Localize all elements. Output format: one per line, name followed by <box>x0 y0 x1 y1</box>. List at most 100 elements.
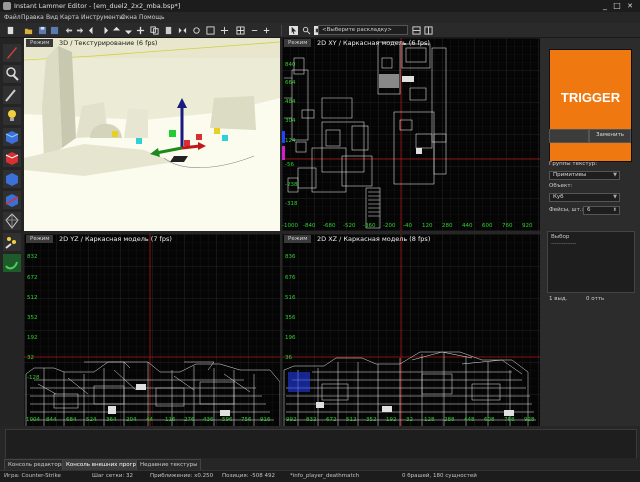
texture-preview[interactable]: TRIGGER <box>549 49 632 162</box>
grid-icon[interactable] <box>236 26 245 35</box>
viewport-side-xz[interactable]: Режим 2D XZ / Каркасная модель (8 fps) 8… <box>282 234 540 426</box>
viewport-mode-button[interactable]: Режим <box>26 39 54 47</box>
rotate-icon[interactable] <box>192 26 201 35</box>
scene-3d <box>24 38 280 231</box>
grid-label-y: -128 <box>27 375 40 381</box>
texture-replace-button[interactable]: Заменить <box>589 129 631 143</box>
menu-map[interactable]: Карта <box>60 14 79 21</box>
grid-label-x: 768 <box>504 417 515 423</box>
console-output[interactable] <box>5 429 637 459</box>
viewport-title: 2D XY / Каркасная модель (6 fps) <box>317 39 430 47</box>
menu-help[interactable]: Помощь <box>139 14 165 21</box>
minimize-button[interactable]: _ <box>599 1 611 11</box>
grid-label-y: -318 <box>285 201 298 207</box>
app-icon <box>3 2 11 10</box>
redo-icon[interactable] <box>76 26 85 35</box>
grid-label-x: -192 <box>384 417 397 423</box>
grid-label-x: -1000 <box>282 223 298 229</box>
texture-group-select[interactable]: Примитивы ▼ <box>549 171 620 180</box>
grid-label-y: 32 <box>27 355 34 361</box>
faces-stepper[interactable]: 6 ⬍ <box>583 206 620 215</box>
grid-plus-icon[interactable] <box>262 26 271 35</box>
grid-label-y: 516 <box>285 295 296 301</box>
menu-windows[interactable]: Окна <box>121 14 137 21</box>
grid-label-y: -238 <box>285 182 298 188</box>
open-icon[interactable] <box>24 26 33 35</box>
maximize-button[interactable]: □ <box>611 1 623 11</box>
status-game: Игра: Counter-Strike <box>4 473 61 479</box>
menu-edit[interactable]: Правка <box>21 14 44 21</box>
grid-label-y: -56 <box>285 162 294 168</box>
layout-save-icon[interactable] <box>412 26 421 35</box>
viewport-3d[interactable]: Режим 3D / Текстурирование (6 fps) <box>24 38 280 231</box>
menu-view[interactable]: Вид <box>46 14 58 21</box>
texture-browse-button[interactable] <box>549 129 589 143</box>
copy-icon[interactable] <box>150 26 159 35</box>
grid-label-x: 844 <box>46 417 57 423</box>
viewport-mode-button[interactable]: Режим <box>284 39 312 47</box>
viewport-header: Режим 2D XY / Каркасная модель (6 fps) <box>282 38 540 48</box>
menu-file[interactable]: Файл <box>4 14 21 21</box>
grid-x-labels: -1000 -840 -680 -520 -360 -200 -40 120 2… <box>282 223 540 231</box>
grid-label-x: -116 <box>163 417 176 423</box>
save-all-icon[interactable] <box>50 26 59 35</box>
grid-label-x: 524 <box>86 417 97 423</box>
selection-count: 1 выд. <box>549 296 568 302</box>
object-select[interactable]: Куб ▼ <box>549 193 620 202</box>
group-icon[interactable] <box>206 26 215 35</box>
grid-label-x: 608 <box>484 417 495 423</box>
light-icon[interactable] <box>3 107 21 125</box>
layout-select[interactable]: <Выберите раскладку> <box>318 25 408 35</box>
window-title: Instant Lammer Editor - [em_duel2_2x2_mb… <box>14 2 181 10</box>
grid-label-y: 36 <box>285 355 292 361</box>
layout-load-icon[interactable] <box>424 26 433 35</box>
grid-label-x: 204 <box>126 417 137 423</box>
undo-icon[interactable] <box>64 26 73 35</box>
grid-label-y: 484 <box>285 99 296 105</box>
vertex-icon[interactable] <box>3 212 21 230</box>
grid-label-y: 676 <box>285 275 296 281</box>
save-icon[interactable] <box>38 26 47 35</box>
menu-tools[interactable]: Инструменты <box>81 14 124 21</box>
close-button[interactable]: ✕ <box>624 1 636 11</box>
grid-label-x: 1004 <box>26 417 40 423</box>
clip-icon[interactable] <box>3 191 21 209</box>
pointer-icon[interactable] <box>3 44 21 62</box>
texture-icon[interactable] <box>3 170 21 188</box>
arrow-right-icon[interactable] <box>100 26 109 35</box>
brush-icon[interactable] <box>3 128 21 146</box>
entity-icon[interactable] <box>3 149 21 167</box>
grid-label-x: -276 <box>182 417 195 423</box>
magnify-tool-icon[interactable] <box>3 65 21 83</box>
grid-label-y: 512 <box>27 295 38 301</box>
viewport-mode-button[interactable]: Режим <box>284 235 312 243</box>
status-zoom: Приближение: x0.250 <box>150 473 214 479</box>
camera-tool-icon[interactable] <box>3 86 21 104</box>
magnify-icon[interactable] <box>302 26 311 35</box>
grid-label-x: -596 <box>220 417 233 423</box>
new-icon[interactable] <box>6 26 15 35</box>
path-icon[interactable] <box>3 254 21 272</box>
arrow-up-icon[interactable] <box>112 26 121 35</box>
select-tool-icon[interactable] <box>289 26 298 35</box>
paste-icon[interactable] <box>164 26 173 35</box>
grid-label-x: 684 <box>66 417 77 423</box>
bottom-tabs: Консоль редактора Консоль внешних програ… <box>0 458 640 471</box>
viewport-mode-button[interactable]: Режим <box>26 235 54 243</box>
stepper-arrows-icon[interactable]: ⬍ <box>613 207 617 214</box>
grid-label-x: 760 <box>502 223 513 229</box>
grid-label-x: 448 <box>464 417 475 423</box>
viewport-side-yz[interactable]: Режим 2D YZ / Каркасная модель (7 fps) 8… <box>24 234 280 426</box>
faces-label: Фейсы, шт.: <box>549 207 584 213</box>
grid-label-y: 192 <box>27 335 38 341</box>
flip-icon[interactable] <box>178 26 187 35</box>
grid-label-x: -840 <box>303 223 316 229</box>
viewport-top[interactable]: Режим 2D XY / Каркасная модель (6 fps) 8… <box>282 38 540 231</box>
move-icon[interactable] <box>136 26 145 35</box>
arrow-down-icon[interactable] <box>124 26 133 35</box>
arrow-left-icon[interactable] <box>88 26 97 35</box>
grid-minus-icon[interactable] <box>250 26 259 35</box>
compile-icon[interactable] <box>220 26 229 35</box>
decal-icon[interactable] <box>3 233 21 251</box>
left-toolbar <box>0 38 24 426</box>
